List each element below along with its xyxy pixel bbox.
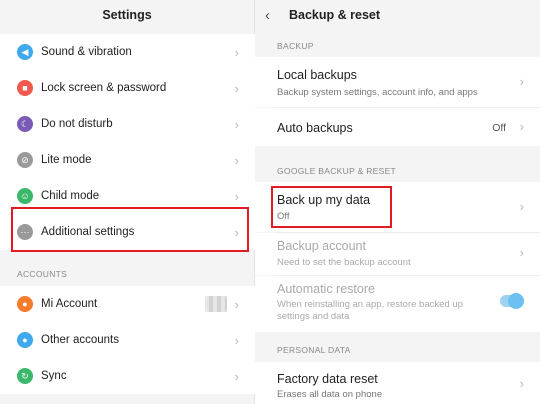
- google-section-header: GOOGLE BACKUP & RESET: [277, 166, 397, 176]
- backup-section-header: BACKUP: [277, 41, 314, 51]
- chevron-right-icon: ›: [234, 116, 239, 132]
- local-backups-item[interactable]: Local backups Backup system settings, ac…: [255, 57, 540, 107]
- toggle-knob: [508, 293, 524, 309]
- sidebar-item-sound[interactable]: ◀ Sound & vibration ›: [0, 34, 255, 70]
- factory-data-reset-item[interactable]: Factory data reset Erases all data on ph…: [255, 362, 540, 404]
- highlight-box: [271, 186, 392, 228]
- chevron-right-icon: ›: [234, 188, 239, 204]
- chevron-right-icon: ›: [519, 245, 524, 260]
- factory-data-reset-subtitle: Erases all data on phone: [277, 389, 383, 400]
- chevron-right-icon: ›: [234, 332, 239, 348]
- automatic-restore-subtitle-2: settings and data: [277, 311, 350, 322]
- backup-account-subtitle: Need to set the backup account: [277, 257, 411, 268]
- mi-account-icon: ●: [17, 296, 33, 312]
- sidebar-item-label: Other accounts: [41, 334, 119, 346]
- backup-reset-panel: ‹ Backup & reset BACKUP Local backups Ba…: [255, 0, 540, 404]
- automatic-restore-subtitle-1: When reinstalling an app, restore backed…: [277, 299, 463, 310]
- highlight-box: [11, 207, 249, 252]
- chevron-right-icon: ›: [519, 119, 524, 134]
- sidebar-item-label: Lite mode: [41, 154, 92, 166]
- sidebar-item-label: Child mode: [41, 190, 100, 202]
- automatic-restore-title: Automatic restore: [277, 282, 375, 296]
- automatic-restore-toggle[interactable]: [500, 293, 524, 309]
- backup-account-title: Backup account: [277, 239, 366, 253]
- settings-panel: Settings ◀ Sound & vibration › ■ Lock sc…: [0, 0, 255, 404]
- moon-icon: ☾: [17, 116, 33, 132]
- local-backups-subtitle: Backup system settings, account info, an…: [277, 87, 478, 98]
- sidebar-item-other-accounts[interactable]: ● Other accounts ›: [0, 322, 255, 358]
- local-backups-title: Local backups: [277, 68, 357, 82]
- sidebar-item-label: Lock screen & password: [41, 82, 167, 94]
- lite-mode-icon: ⊘: [17, 152, 33, 168]
- chevron-right-icon: ›: [519, 199, 524, 214]
- automatic-restore-item[interactable]: Automatic restore When reinstalling an a…: [255, 276, 540, 332]
- chevron-right-icon: ›: [234, 296, 239, 312]
- chevron-right-icon: ›: [519, 74, 524, 89]
- factory-data-reset-title: Factory data reset: [277, 372, 378, 386]
- backup-reset-header: ‹ Backup & reset: [255, 0, 540, 30]
- chevron-right-icon: ›: [234, 368, 239, 384]
- account-id-redacted: [205, 296, 227, 312]
- sidebar-item-sync[interactable]: ↻ Sync ›: [0, 358, 255, 394]
- sidebar-item-lock-screen[interactable]: ■ Lock screen & password ›: [0, 70, 255, 106]
- auto-backups-item[interactable]: Auto backups Off ›: [255, 108, 540, 146]
- speaker-icon: ◀: [17, 44, 33, 60]
- page-title: Backup & reset: [289, 8, 381, 22]
- chevron-right-icon: ›: [234, 152, 239, 168]
- lock-icon: ■: [17, 80, 33, 96]
- sidebar-item-mi-account[interactable]: ● Mi Account ›: [0, 286, 255, 322]
- back-arrow-icon[interactable]: ‹: [265, 7, 277, 24]
- child-icon: ☺: [17, 188, 33, 204]
- settings-header: Settings: [0, 0, 254, 30]
- personal-data-section-header: PERSONAL DATA: [277, 345, 351, 355]
- backup-account-item[interactable]: Backup account Need to set the backup ac…: [255, 233, 540, 275]
- chevron-right-icon: ›: [519, 376, 524, 391]
- sidebar-item-label: Sound & vibration: [41, 46, 132, 58]
- auto-backups-value: Off: [492, 122, 506, 134]
- accounts-section-header: ACCOUNTS: [17, 269, 68, 279]
- auto-backups-title: Auto backups: [277, 121, 353, 135]
- sync-icon: ↻: [17, 368, 33, 384]
- settings-title: Settings: [102, 8, 152, 22]
- chevron-right-icon: ›: [234, 80, 239, 96]
- sidebar-item-label: Do not disturb: [41, 118, 113, 130]
- sidebar-item-label: Sync: [41, 370, 67, 382]
- sidebar-item-lite-mode[interactable]: ⊘ Lite mode ›: [0, 142, 255, 178]
- chevron-right-icon: ›: [234, 44, 239, 60]
- person-icon: ●: [17, 332, 33, 348]
- sidebar-item-do-not-disturb[interactable]: ☾ Do not disturb ›: [0, 106, 255, 142]
